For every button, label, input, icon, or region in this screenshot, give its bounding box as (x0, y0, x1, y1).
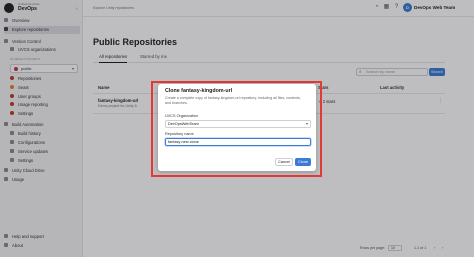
dialog-description: Create a complete copy of fantasy-kingdo… (165, 96, 301, 105)
clone-button[interactable]: Clone (295, 158, 311, 166)
repo-name-label: Repository name (165, 132, 194, 136)
chevron-down-icon: ▾ (305, 121, 308, 126)
org-label: UVCS Organization (165, 114, 199, 118)
org-select[interactable]: DevOpsWebTeam ▾ (165, 120, 311, 128)
repo-name-input[interactable]: fantasy-new-clone (165, 138, 311, 146)
dialog-title: Clone fantasy-kingdom-url (165, 88, 233, 94)
clone-dialog: Clone fantasy-kingdom-url Create a compl… (158, 84, 316, 171)
cancel-button[interactable]: Cancel (275, 158, 293, 166)
